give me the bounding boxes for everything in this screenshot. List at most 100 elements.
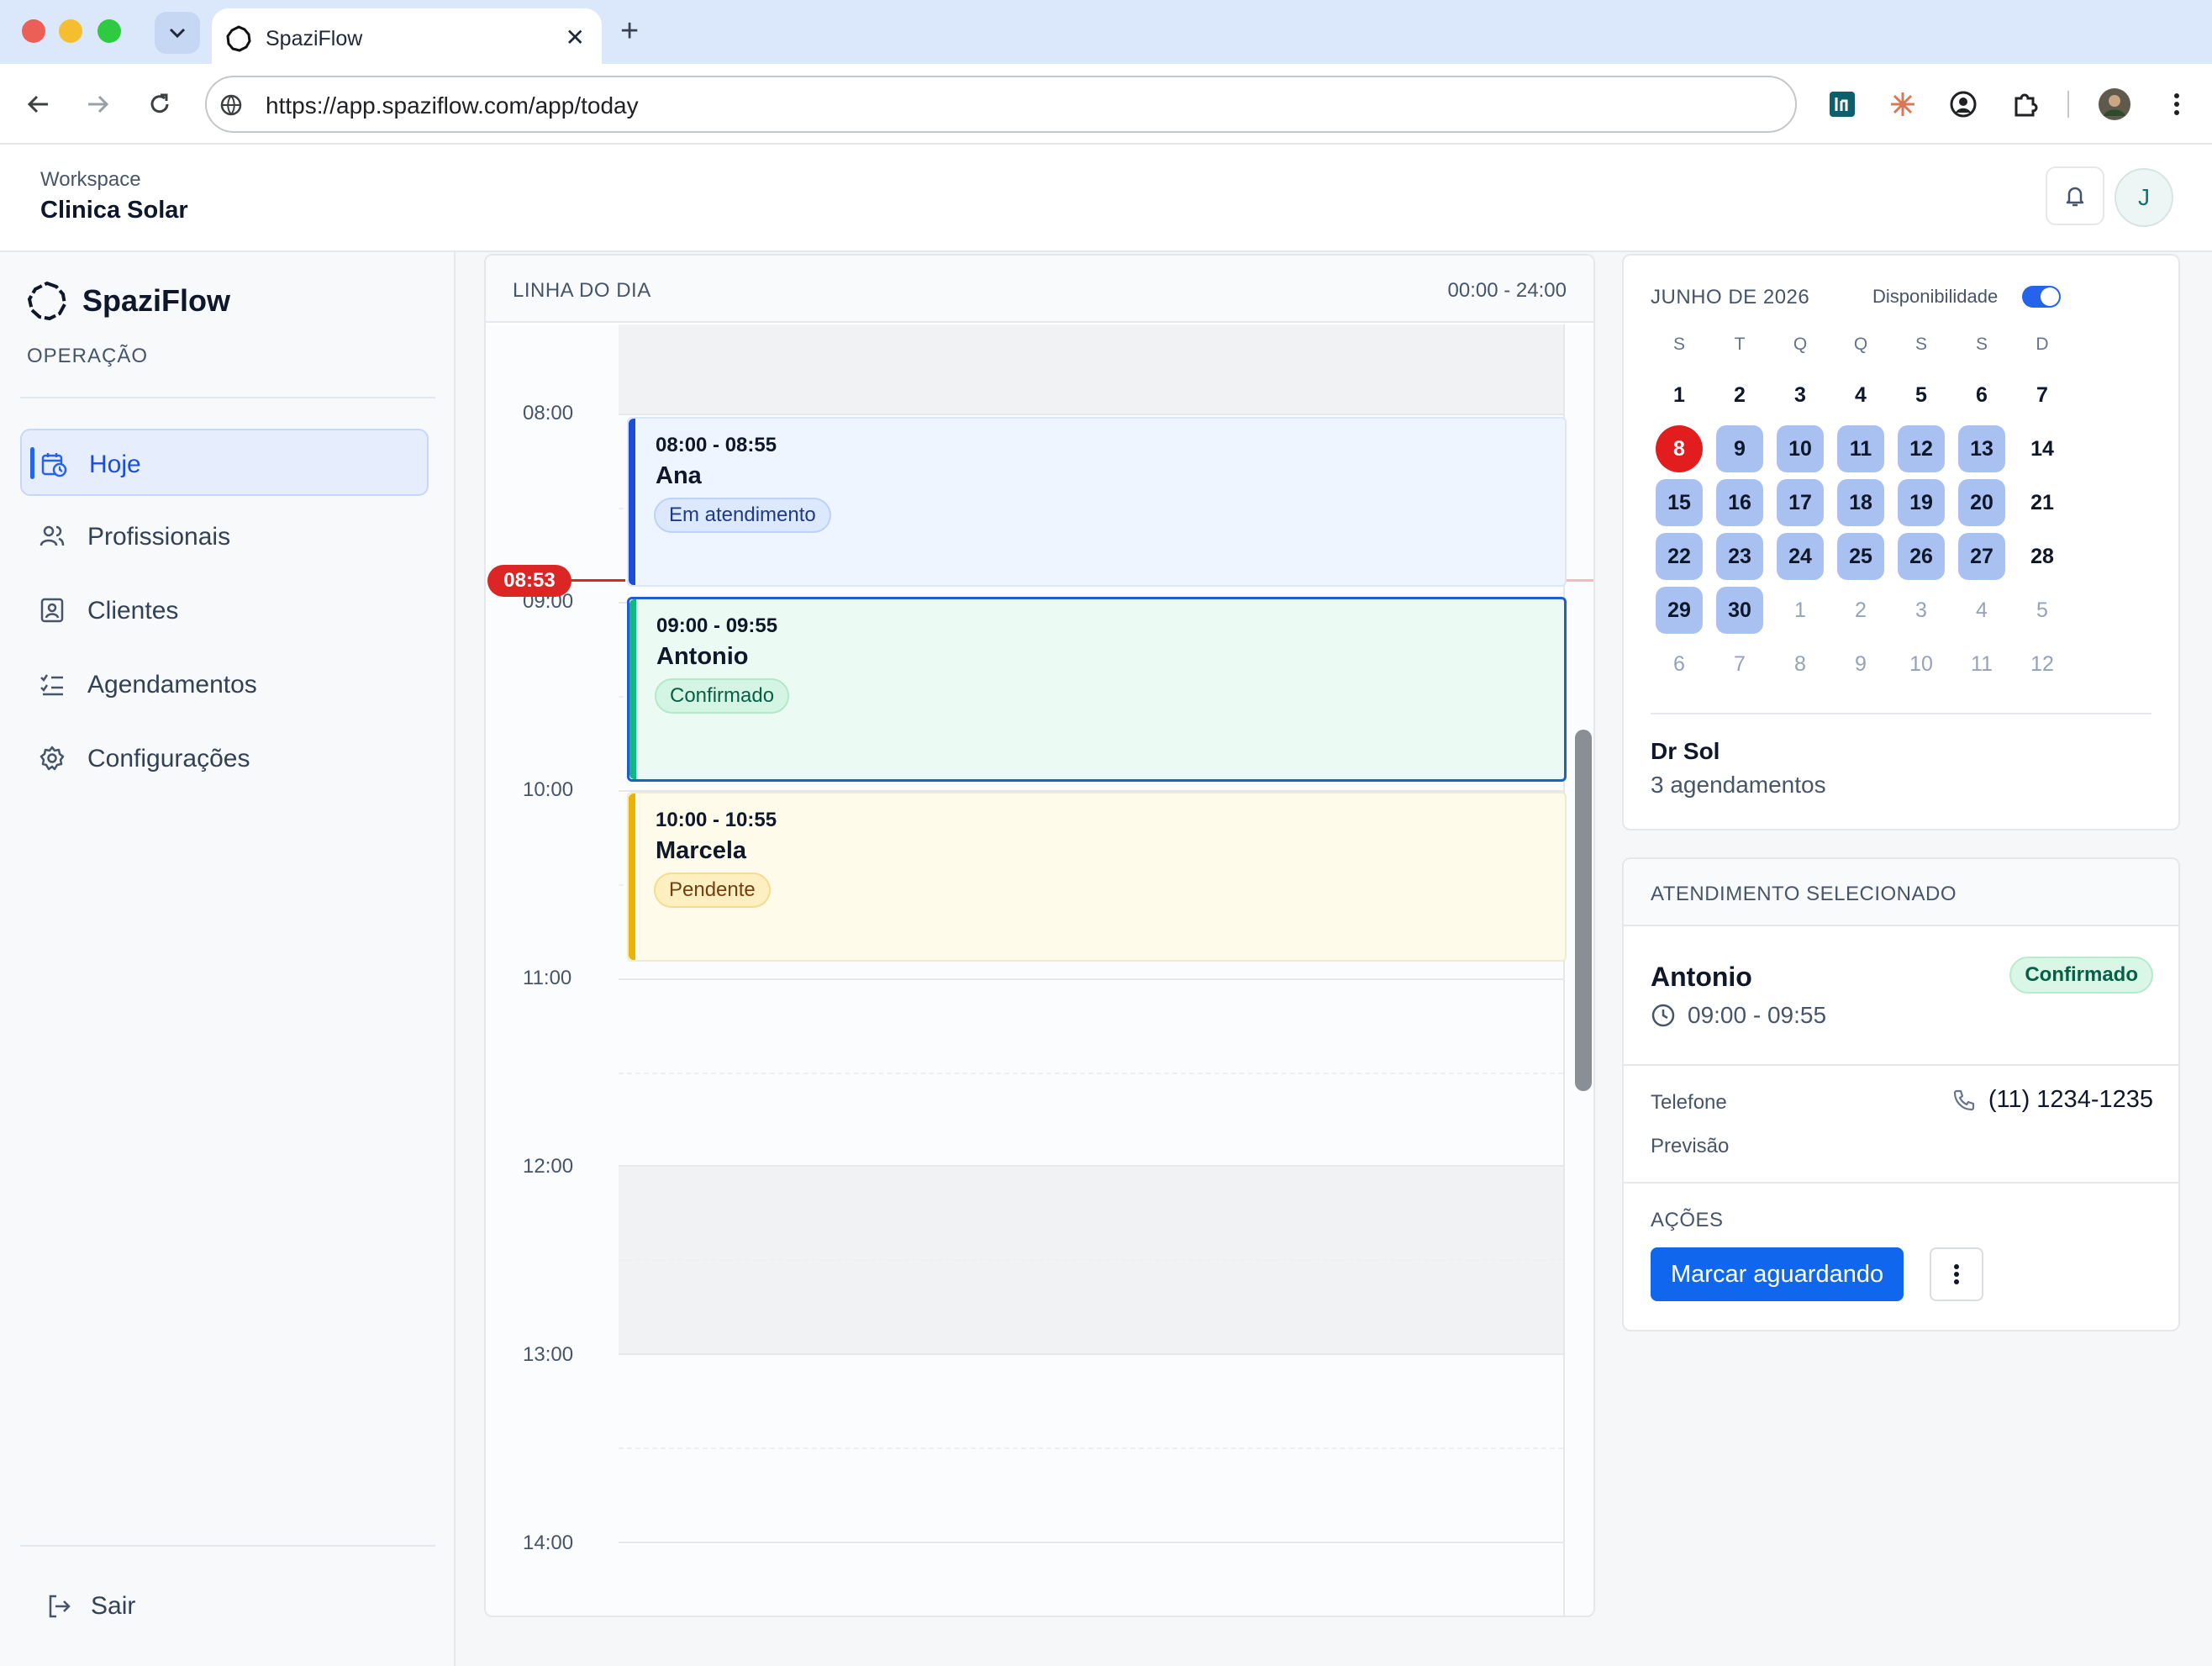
status-stripe (629, 419, 635, 585)
calendar-day[interactable]: 29 (1656, 587, 1703, 634)
calendar-day-other-month[interactable]: 11 (1958, 641, 2005, 688)
calendar-day[interactable]: 1 (1656, 372, 1703, 419)
calendar-day[interactable]: 14 (2019, 425, 2066, 472)
calendar-clock-icon (41, 453, 67, 477)
hour-label: 14:00 (523, 1532, 574, 1554)
sidebar-item-configuracoes[interactable]: Configurações (20, 725, 429, 792)
appointment-card-antonio[interactable]: 09:00 - 09:55 Antonio Confirmado (627, 597, 1567, 782)
selected-appointment-title: ATENDIMENTO SELECIONADO (1651, 883, 1957, 905)
close-tab-icon[interactable]: ✕ (566, 24, 585, 51)
calendar-day[interactable]: 4 (1837, 372, 1884, 419)
new-tab-button[interactable]: + (620, 15, 639, 47)
hour-label: 12:00 (523, 1155, 574, 1178)
calendar-day[interactable]: 30 (1716, 587, 1763, 634)
calendar-day-other-month[interactable]: 8 (1777, 641, 1824, 688)
weekday-label: T (1734, 335, 1746, 354)
calendar-day[interactable]: 28 (2019, 533, 2066, 580)
calendar-day-other-month[interactable]: 2 (1837, 587, 1884, 634)
calendar-day-today[interactable]: 8 (1656, 425, 1703, 472)
tab-search-button[interactable] (155, 12, 200, 54)
phone-value[interactable]: (11) 1234-1235 (1951, 1086, 2153, 1114)
calendar-day-other-month[interactable]: 12 (2019, 641, 2066, 688)
timeline-body[interactable]: 08:00 09:00 10:00 11:00 12:00 13:00 14:0… (486, 324, 1593, 1616)
app-header: Workspace Clinica Solar J (0, 145, 2212, 252)
appointment-card-marcela[interactable]: 10:00 - 10:55 Marcela Pendente (627, 792, 1567, 962)
mark-waiting-button[interactable]: Marcar aguardando (1651, 1247, 1904, 1301)
current-time-line (1567, 579, 1593, 582)
timeline-scrollbar[interactable] (1575, 730, 1592, 1091)
calendar-day[interactable]: 5 (1898, 372, 1945, 419)
calendar-day[interactable]: 22 (1656, 533, 1703, 580)
sidebar-item-clientes[interactable]: Clientes (20, 577, 429, 644)
sidebar-item-agendamentos[interactable]: Agendamentos (20, 651, 429, 718)
appointment-card-ana[interactable]: 08:00 - 08:55 Ana Em atendimento (627, 417, 1567, 587)
calendar-day[interactable]: 20 (1958, 479, 2005, 526)
calendar-day[interactable]: 24 (1777, 533, 1824, 580)
sidebar-item-label: Clientes (87, 597, 179, 625)
calendar-divider (1651, 713, 2151, 714)
calendar-day-other-month[interactable]: 10 (1898, 641, 1945, 688)
calendar-day[interactable]: 25 (1837, 533, 1884, 580)
calendar-day[interactable]: 15 (1656, 479, 1703, 526)
calendar-day[interactable]: 16 (1716, 479, 1763, 526)
more-actions-button[interactable] (1930, 1247, 1983, 1301)
status-stripe (629, 793, 635, 960)
calendar-day[interactable]: 9 (1716, 425, 1763, 472)
hour-line (619, 1353, 1563, 1355)
extension-button[interactable] (1824, 86, 1861, 123)
hour-label: 13:00 (523, 1343, 574, 1366)
calendar-day-other-month[interactable]: 4 (1958, 587, 2005, 634)
profile-button[interactable] (2096, 86, 2133, 123)
calendar-day[interactable]: 23 (1716, 533, 1763, 580)
calendar-day[interactable]: 2 (1716, 372, 1763, 419)
sidebar-item-hoje[interactable]: Hoje (20, 429, 429, 496)
forecast-label: Previsão (1651, 1135, 1730, 1157)
calendar-day-other-month[interactable]: 3 (1898, 587, 1945, 634)
calendar-day[interactable]: 7 (2019, 372, 2066, 419)
calendar-day-other-month[interactable]: 1 (1777, 587, 1824, 634)
calendar-day-other-month[interactable]: 5 (2019, 587, 2066, 634)
close-window-button[interactable] (22, 19, 45, 43)
active-indicator (30, 447, 34, 479)
calendar-day[interactable]: 19 (1898, 479, 1945, 526)
reload-button[interactable] (143, 87, 176, 121)
calendar-day[interactable]: 12 (1898, 425, 1945, 472)
extensions-menu-button[interactable] (2007, 86, 2044, 123)
calendar-day-other-month[interactable]: 6 (1656, 641, 1703, 688)
sidebar-item-label: Hoje (89, 451, 141, 478)
calendar-day[interactable]: 3 (1777, 372, 1824, 419)
calendar-day[interactable]: 10 (1777, 425, 1824, 472)
calendar-day[interactable]: 21 (2019, 479, 2066, 526)
calendar-day[interactable]: 11 (1837, 425, 1884, 472)
hour-label: 08:00 (523, 402, 574, 424)
maximize-window-button[interactable] (97, 19, 121, 43)
calendar-day[interactable]: 6 (1958, 372, 2005, 419)
status-stripe (629, 599, 636, 779)
brand-logo[interactable]: SpaziFlow (27, 281, 230, 321)
extension-button-2[interactable] (1945, 86, 1982, 123)
back-button[interactable] (22, 87, 55, 121)
user-avatar[interactable]: J (2115, 168, 2173, 227)
notifications-button[interactable] (2046, 166, 2104, 225)
logout-button[interactable]: Sair (45, 1592, 135, 1621)
sidebar-item-profissionais[interactable]: Profissionais (20, 503, 429, 570)
browser-menu-button[interactable] (2158, 86, 2195, 123)
calendar-day[interactable]: 13 (1958, 425, 2005, 472)
clock-icon (1651, 1004, 1675, 1027)
selected-client-name: Antonio (1651, 962, 1752, 992)
gear-icon (40, 746, 65, 771)
calendar-day[interactable]: 17 (1777, 479, 1824, 526)
calendar-day[interactable]: 27 (1958, 533, 2005, 580)
forward-button[interactable] (81, 87, 114, 121)
availability-toggle[interactable] (2022, 286, 2061, 308)
address-bar[interactable]: https://app.spaziflow.com/app/today (205, 76, 1797, 133)
browser-tab[interactable]: SpaziFlow ✕ (212, 8, 602, 64)
calendar-day-other-month[interactable]: 7 (1716, 641, 1763, 688)
sparkle-icon (1891, 92, 1914, 116)
arrow-left-icon (27, 95, 48, 113)
claude-extension-button[interactable] (1884, 86, 1921, 123)
calendar-day[interactable]: 18 (1837, 479, 1884, 526)
calendar-day[interactable]: 26 (1898, 533, 1945, 580)
calendar-day-other-month[interactable]: 9 (1837, 641, 1884, 688)
minimize-window-button[interactable] (59, 19, 82, 43)
